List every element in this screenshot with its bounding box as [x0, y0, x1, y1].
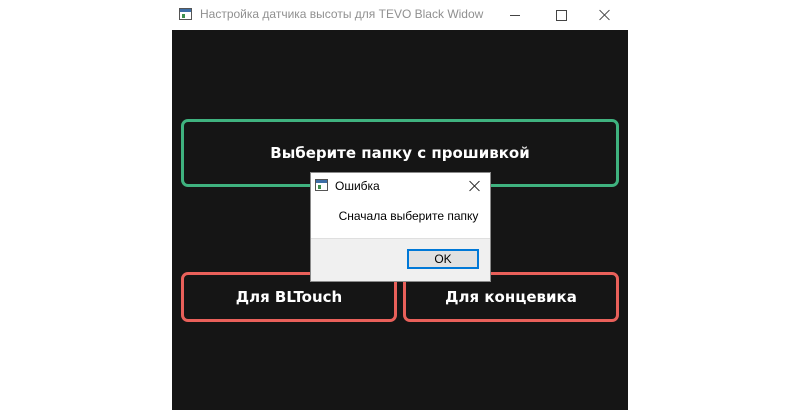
minimize-icon: [510, 14, 520, 16]
error-dialog: Ошибка Сначала выберите папку OK: [310, 172, 491, 282]
ok-button[interactable]: OK: [407, 249, 479, 269]
dialog-titlebar[interactable]: Ошибка: [311, 173, 490, 199]
app-window-icon: [179, 8, 192, 20]
dialog-footer: OK: [311, 238, 490, 281]
window-titlebar[interactable]: Настройка датчика высоты для TEVO Black …: [172, 0, 628, 30]
dialog-app-icon: [315, 179, 328, 191]
dialog-title: Ошибка: [335, 179, 380, 193]
window-title: Настройка датчика высоты для TEVO Black …: [200, 7, 484, 21]
dialog-close-button[interactable]: [460, 173, 490, 199]
close-icon: [469, 180, 481, 192]
maximize-button[interactable]: [538, 0, 584, 30]
maximize-icon: [555, 9, 567, 21]
close-icon: [599, 9, 611, 21]
minimize-button[interactable]: [492, 0, 538, 30]
close-button[interactable]: [582, 0, 628, 30]
dialog-message: Сначала выберите папку: [338, 209, 479, 223]
